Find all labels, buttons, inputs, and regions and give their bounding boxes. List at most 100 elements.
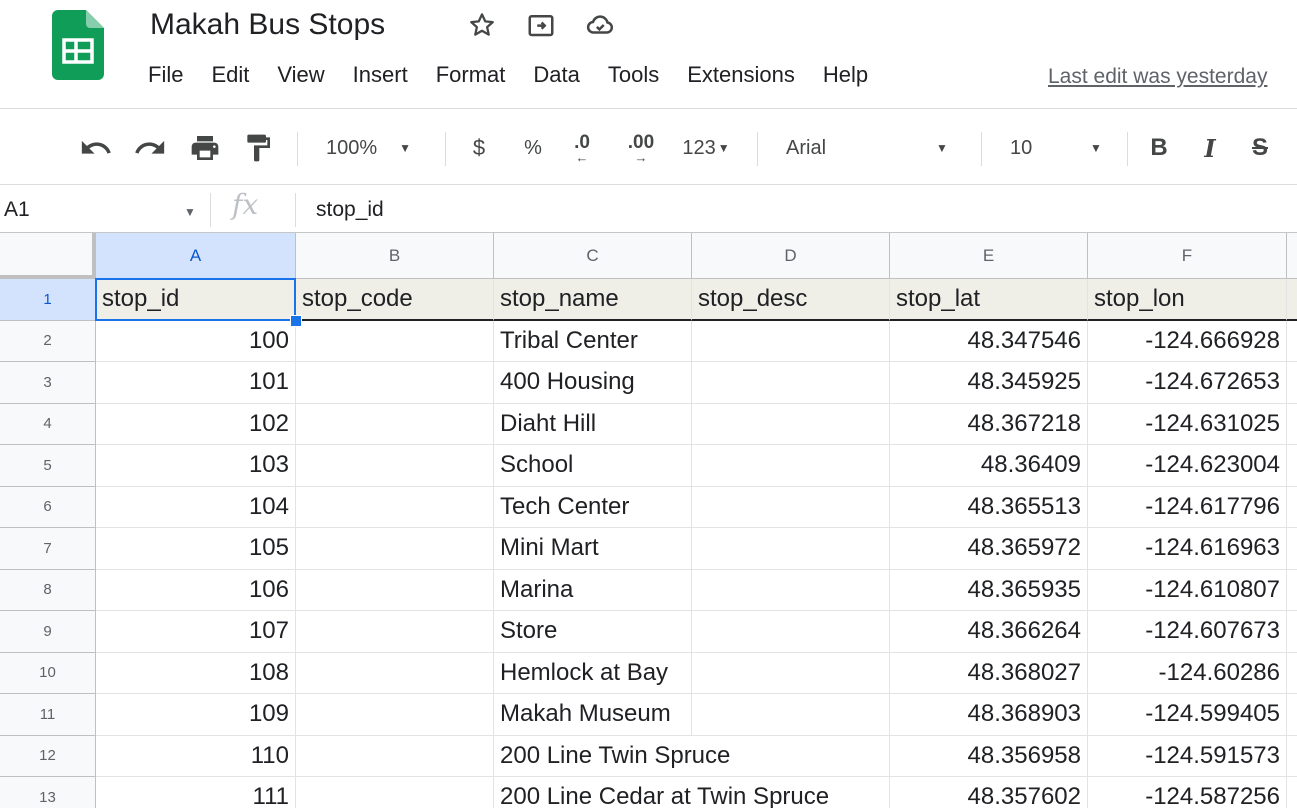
paint-format-icon[interactable] (238, 128, 278, 168)
table-cell[interactable] (692, 694, 890, 736)
column-header-d[interactable]: D (692, 233, 890, 279)
menu-insert[interactable]: Insert (353, 62, 422, 96)
table-cell[interactable]: 106 (96, 569, 296, 611)
table-cell[interactable] (692, 362, 890, 404)
table-cell[interactable]: -124.60286 (1088, 652, 1287, 694)
table-cell[interactable]: 48.365935 (890, 569, 1088, 611)
font-family-select[interactable]: Arial ▼ (786, 128, 966, 168)
table-cell[interactable] (1287, 279, 1297, 321)
menu-data[interactable]: Data (533, 62, 593, 96)
row-header[interactable]: 9 (0, 611, 96, 653)
table-cell[interactable]: 200 Line Cedar at Twin Spruce (494, 777, 831, 808)
table-cell[interactable] (1287, 653, 1297, 694)
table-cell[interactable] (1287, 611, 1297, 653)
header-cell-stop-name[interactable]: stop_name (494, 279, 692, 321)
table-cell[interactable] (1287, 362, 1297, 404)
table-cell[interactable]: Makah Museum (494, 694, 692, 736)
table-cell[interactable] (692, 445, 890, 487)
column-header-a[interactable]: A (96, 233, 296, 279)
italic-button[interactable]: I (1196, 128, 1224, 168)
document-title[interactable]: Makah Bus Stops (150, 8, 385, 42)
menu-help[interactable]: Help (823, 62, 882, 96)
strikethrough-button[interactable]: S (1246, 128, 1274, 168)
table-cell[interactable]: Hemlock at Bay (494, 652, 692, 694)
table-cell[interactable] (692, 569, 890, 611)
last-edit-link[interactable]: Last edit was yesterday (1048, 65, 1267, 89)
table-cell[interactable]: -124.666928 (1088, 320, 1287, 362)
table-cell[interactable]: 48.345925 (890, 362, 1088, 404)
cloud-saved-icon[interactable] (585, 10, 615, 40)
table-cell[interactable]: -124.616963 (1088, 528, 1287, 570)
row-header[interactable]: 2 (0, 320, 96, 362)
table-cell[interactable] (296, 569, 494, 611)
row-header[interactable]: 5 (0, 445, 96, 487)
table-cell[interactable] (1287, 570, 1297, 611)
table-cell[interactable] (296, 320, 494, 362)
table-cell[interactable] (692, 528, 890, 570)
name-box[interactable]: A1 ▼ (0, 188, 200, 232)
header-cell-stop-code[interactable]: stop_code (296, 279, 494, 321)
table-cell[interactable] (296, 362, 494, 404)
row-header[interactable]: 13 (0, 777, 96, 808)
table-cell[interactable]: 100 (96, 320, 296, 362)
table-cell[interactable]: Store (494, 611, 692, 653)
table-cell[interactable] (1287, 445, 1297, 487)
table-cell[interactable]: 48.36409 (890, 445, 1088, 487)
menu-extensions[interactable]: Extensions (687, 62, 809, 96)
table-cell[interactable] (296, 652, 494, 694)
table-cell[interactable]: 102 (96, 403, 296, 445)
table-cell[interactable]: Tech Center (494, 486, 692, 528)
table-cell[interactable] (692, 611, 890, 653)
undo-icon[interactable] (76, 128, 116, 168)
table-cell[interactable] (296, 611, 494, 653)
table-cell[interactable]: 48.357602 (890, 777, 1088, 808)
table-cell[interactable] (296, 445, 494, 487)
font-size-select[interactable]: 10 ▼ (1010, 128, 1110, 168)
table-cell[interactable]: -124.599405 (1088, 694, 1287, 736)
table-cell[interactable]: Mini Mart (494, 528, 692, 570)
table-cell[interactable]: Marina (494, 569, 692, 611)
select-all-corner[interactable] (0, 233, 96, 279)
table-cell[interactable]: 101 (96, 362, 296, 404)
print-icon[interactable] (185, 128, 225, 168)
table-cell[interactable]: 108 (96, 652, 296, 694)
decrease-decimal-button[interactable]: .0 ← (562, 128, 602, 168)
table-cell[interactable]: 400 Housing (494, 362, 692, 404)
row-header[interactable]: 12 (0, 735, 96, 777)
table-cell[interactable] (1287, 736, 1297, 777)
zoom-select[interactable]: 100% ▼ (326, 128, 430, 168)
table-cell[interactable]: 110 (96, 735, 296, 777)
table-cell[interactable]: 48.347546 (890, 320, 1088, 362)
row-header[interactable]: 8 (0, 569, 96, 611)
bold-button[interactable]: B (1145, 128, 1173, 168)
table-cell[interactable] (296, 528, 494, 570)
table-cell[interactable]: 104 (96, 486, 296, 528)
table-cell[interactable]: -124.587256 (1088, 777, 1287, 808)
table-cell[interactable]: 48.368027 (890, 652, 1088, 694)
table-cell[interactable]: 48.367218 (890, 403, 1088, 445)
column-header-f[interactable]: F (1088, 233, 1287, 279)
table-cell[interactable]: 111 (96, 777, 296, 808)
header-cell-stop-id[interactable]: stop_id (96, 279, 296, 321)
menu-view[interactable]: View (277, 62, 338, 96)
table-cell[interactable]: -124.617796 (1088, 486, 1287, 528)
table-cell[interactable]: 48.366264 (890, 611, 1088, 653)
table-cell[interactable]: Tribal Center (494, 320, 692, 362)
table-cell[interactable]: 105 (96, 528, 296, 570)
table-cell[interactable]: 109 (96, 694, 296, 736)
column-header-b[interactable]: B (296, 233, 494, 279)
table-cell[interactable]: -124.607673 (1088, 611, 1287, 653)
header-cell-stop-lat[interactable]: stop_lat (890, 279, 1088, 321)
table-cell[interactable]: -124.672653 (1088, 362, 1287, 404)
table-cell[interactable]: 107 (96, 611, 296, 653)
row-header[interactable]: 3 (0, 362, 96, 404)
menu-file[interactable]: File (148, 62, 197, 96)
table-cell[interactable] (1287, 694, 1297, 736)
sheets-logo-icon[interactable] (52, 10, 104, 80)
row-header[interactable]: 11 (0, 694, 96, 736)
table-cell[interactable] (296, 694, 494, 736)
table-cell[interactable] (692, 403, 890, 445)
table-cell[interactable]: 200 Line Twin Spruce (494, 735, 732, 777)
table-cell[interactable]: 48.368903 (890, 694, 1088, 736)
table-cell[interactable] (1287, 528, 1297, 570)
